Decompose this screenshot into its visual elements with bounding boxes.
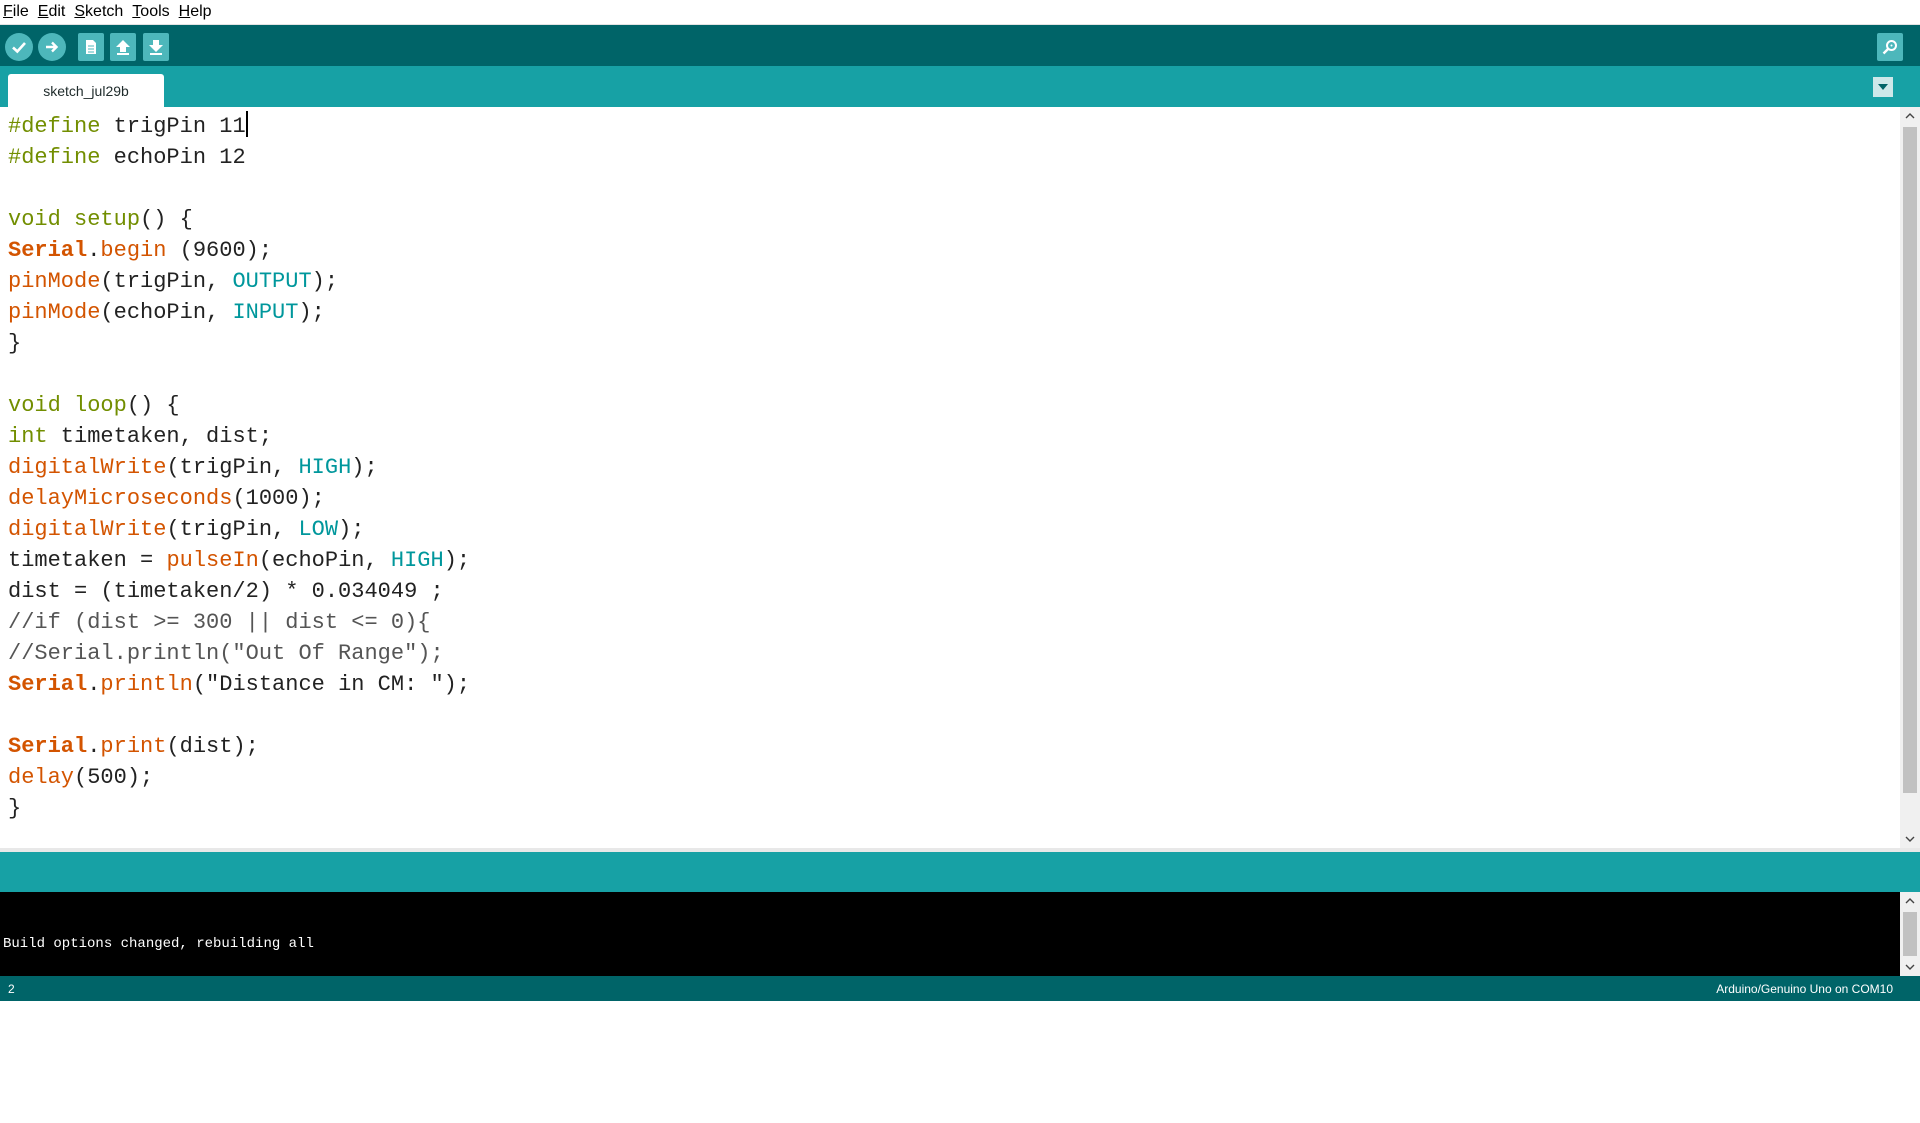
code-line: int timetaken, dist; [8,424,273,449]
code-line: Serial.print(dist); [8,734,259,759]
code-line: Serial.begin (9600); [8,238,273,263]
new-file-icon [86,40,96,54]
toolbar [0,25,1920,66]
code-line: #define echoPin 12 [8,145,246,170]
menu-file[interactable]: File [3,3,29,21]
menu-tools[interactable]: Tools [132,3,169,21]
open-arrow-up-icon [116,40,130,55]
status-bar: 2 Arduino/Genuino Uno on COM10 [0,976,1920,1001]
open-button[interactable] [110,33,136,61]
tab-sketch[interactable]: sketch_jul29b [8,74,164,107]
save-button[interactable] [143,33,169,61]
tab-strip: sketch_jul29b [0,66,1920,107]
board-info: Arduino/Genuino Uno on COM10 [1716,982,1893,996]
code-line: void setup() { [8,207,193,232]
console-line: Build options changed, rebuilding all [3,936,314,952]
menu-sketch[interactable]: Sketch [74,3,123,21]
line-number: 2 [8,982,15,996]
code-line: void loop() { [8,393,180,418]
code-line: //if (dist >= 300 || dist <= 0){ [8,610,431,635]
scroll-up-icon[interactable] [1900,107,1920,125]
message-bar [0,852,1920,892]
scrollbar-thumb[interactable] [1903,127,1917,793]
code-line: delay(500); [8,765,154,790]
verify-button[interactable] [5,33,33,61]
text-cursor [245,111,248,137]
scrollbar-thumb[interactable] [1903,912,1917,956]
code-line: } [8,331,22,356]
new-button[interactable] [78,33,104,61]
code-line: digitalWrite(trigPin, HIGH); [8,455,378,480]
console-scrollbar[interactable] [1900,892,1920,976]
save-arrow-down-icon [149,40,163,55]
chevron-down-icon [1878,84,1888,90]
code-line: pinMode(echoPin, INPUT); [8,300,325,325]
code-line: Serial.println("Distance in CM: "); [8,672,471,697]
console-line: Global variables use 204 bytes (9%) of d… [3,1062,986,1078]
code-editor[interactable]: #define trigPin 11 #define echoPin 12 voi… [0,107,1900,848]
menu-help[interactable]: Help [179,3,212,21]
code-line: } [8,796,22,821]
upload-arrow-icon [46,41,59,53]
console-output: Build options changed, rebuilding all Sk… [0,892,1900,1078]
code-text: #define trigPin 11 #define echoPin 12 voi… [8,111,470,824]
scroll-up-icon[interactable] [1900,892,1920,910]
code-line: delayMicroseconds(1000); [8,486,325,511]
code-line: timetaken = pulseIn(echoPin, HIGH); [8,548,471,573]
code-line: digitalWrite(trigPin, LOW); [8,517,365,542]
code-line: dist = (timetaken/2) * 0.034049 ; [8,579,444,604]
code-line: //Serial.println("Out Of Range"); [8,641,444,666]
scroll-down-icon[interactable] [1900,958,1920,976]
serial-monitor-icon [1882,40,1897,55]
editor-scrollbar[interactable] [1900,107,1920,848]
menu-bar: File Edit Sketch Tools Help [0,0,1920,25]
menu-edit[interactable]: Edit [38,3,66,21]
code-line: pinMode(trigPin, OUTPUT); [8,269,339,294]
code-line: #define trigPin 11 [8,111,470,142]
upload-button[interactable] [38,33,66,61]
verify-icon [12,42,26,54]
serial-monitor-button[interactable] [1877,33,1903,61]
scroll-down-icon[interactable] [1900,830,1920,848]
tab-menu-button[interactable] [1873,77,1893,97]
